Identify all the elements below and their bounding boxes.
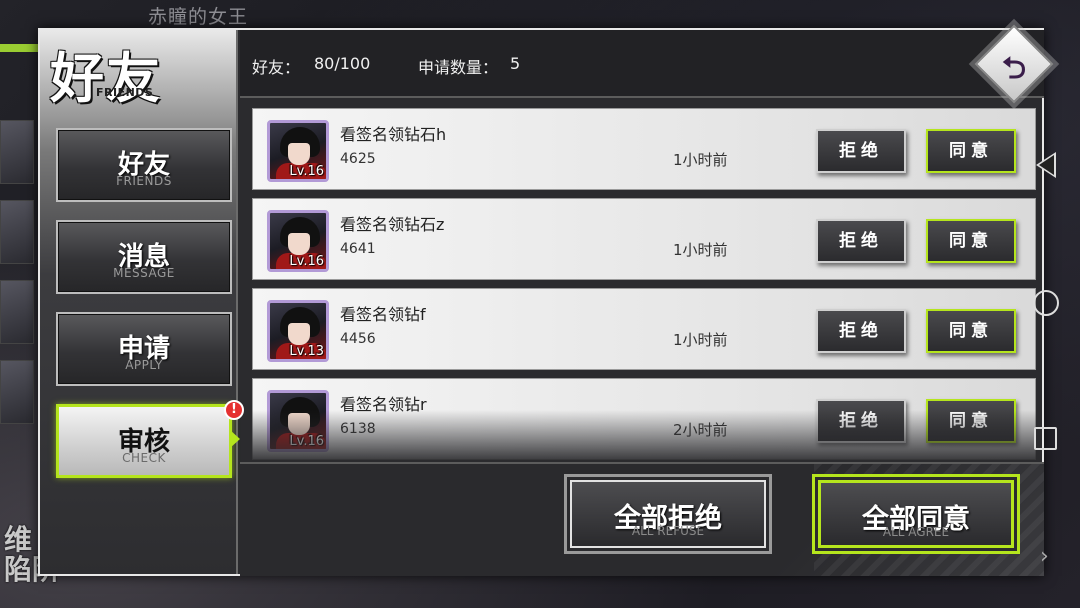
requests-count: 5 [510,54,521,73]
dialog-title: 好友 [50,46,162,110]
dialog-title-sub: FRIENDS [96,86,154,99]
system-back-icon[interactable] [1036,152,1056,178]
player-id: 4641 [340,241,376,257]
friends-count-label: 好友： [252,58,301,77]
agree-button[interactable]: 同意 [926,309,1016,353]
system-recents-icon[interactable] [1034,427,1057,450]
nav-tab-friends[interactable]: 好友 FRIENDS [56,128,232,202]
player-id: 4625 [340,151,376,167]
footer-bar: 全部拒绝 ALL REFUSE 全部同意 ALL AGREE [240,462,1044,576]
avatar-face [288,143,310,165]
avatar-face [288,323,310,345]
agree-button[interactable]: 同意 [926,219,1016,263]
system-home-icon[interactable] [1033,290,1059,316]
system-nav-bar: › [1022,120,1072,580]
request-row: Lv.13 看签名领钻f 4456 1小时前 拒绝 同意 [252,288,1036,370]
requests-count-label: 申请数量： [418,58,499,77]
request-list[interactable]: Lv.16 看签名领钻石h 4625 1小时前 拒绝 同意 Lv.16 看签名领… [252,108,1036,460]
avatar-face [288,413,310,435]
nav-tab-sub: MESSAGE [113,266,175,280]
request-row: Lv.16 看签名领钻石z 4641 1小时前 拒绝 同意 [252,198,1036,280]
refuse-all-sub: ALL REFUSE [631,524,705,538]
request-row: Lv.16 看签名领钻石h 4625 1小时前 拒绝 同意 [252,108,1036,190]
player-avatar[interactable]: Lv.16 [267,120,329,182]
friends-header: 好友： 80/100 申请数量： 5 [240,30,1044,98]
request-time: 1小时前 [673,331,728,349]
request-row: Lv.16 看签名领钻r 6138 2小时前 拒绝 同意 [252,378,1036,460]
nav-tab-sub: APPLY [125,358,163,372]
player-level: Lv.16 [289,434,324,449]
player-level: Lv.16 [289,254,324,269]
refuse-button[interactable]: 拒绝 [816,399,906,443]
active-tab-arrow-icon [230,430,240,448]
back-button[interactable]: ⮌ [970,20,1058,108]
refuse-button[interactable]: 拒绝 [816,219,906,263]
refuse-all-button[interactable]: 全部拒绝 ALL REFUSE [570,480,766,548]
player-avatar[interactable]: Lv.16 [267,390,329,452]
player-level: Lv.13 [289,344,324,359]
nav-tab-message[interactable]: 消息 MESSAGE [56,220,232,294]
agree-button[interactable]: 同意 [926,399,1016,443]
left-nav-panel: 好友 FRIENDS 好友 FRIENDS 消息 MESSAGE 申请 APPL… [40,30,238,574]
refuse-button[interactable]: 拒绝 [816,309,906,353]
player-id: 6138 [340,421,376,437]
agree-all-button[interactable]: 全部同意 ALL AGREE [818,480,1014,548]
player-level: Lv.16 [289,164,324,179]
player-name: 看签名领钻r [340,395,427,414]
nav-tab-apply[interactable]: 申请 APPLY [56,312,232,386]
player-avatar[interactable]: Lv.13 [267,300,329,362]
nav-tab-check[interactable]: 审核 CHECK [56,404,232,478]
undo-arrow-icon: ⮌ [1001,51,1027,86]
request-time: 1小时前 [673,241,728,259]
request-time: 1小时前 [673,151,728,169]
background-progress-bar [0,44,40,52]
player-name: 看签名领钻石h [340,125,447,144]
nav-tab-sub: FRIENDS [116,174,172,188]
chevron-right-icon[interactable]: › [1040,544,1049,569]
alert-badge: ! [224,400,244,420]
background-thumbnail [0,360,34,424]
friends-dialog: 好友 FRIENDS 好友 FRIENDS 消息 MESSAGE 申请 APPL… [38,28,1044,576]
background-thumbnail [0,120,34,184]
background-thumbnail [0,280,34,344]
player-name: 看签名领钻石z [340,215,445,234]
player-id: 4456 [340,331,376,347]
avatar-face [288,233,310,255]
request-time: 2小时前 [673,421,728,439]
refuse-button[interactable]: 拒绝 [816,129,906,173]
nav-tab-sub: CHECK [122,451,166,465]
background-thumbnail [0,200,34,264]
background-scene-title: 赤瞳的女王 [148,6,249,28]
friends-count: 80/100 [314,54,371,73]
player-avatar[interactable]: Lv.16 [267,210,329,272]
agree-all-sub: ALL AGREE [882,525,950,539]
player-name: 看签名领钻f [340,305,426,324]
agree-button[interactable]: 同意 [926,129,1016,173]
